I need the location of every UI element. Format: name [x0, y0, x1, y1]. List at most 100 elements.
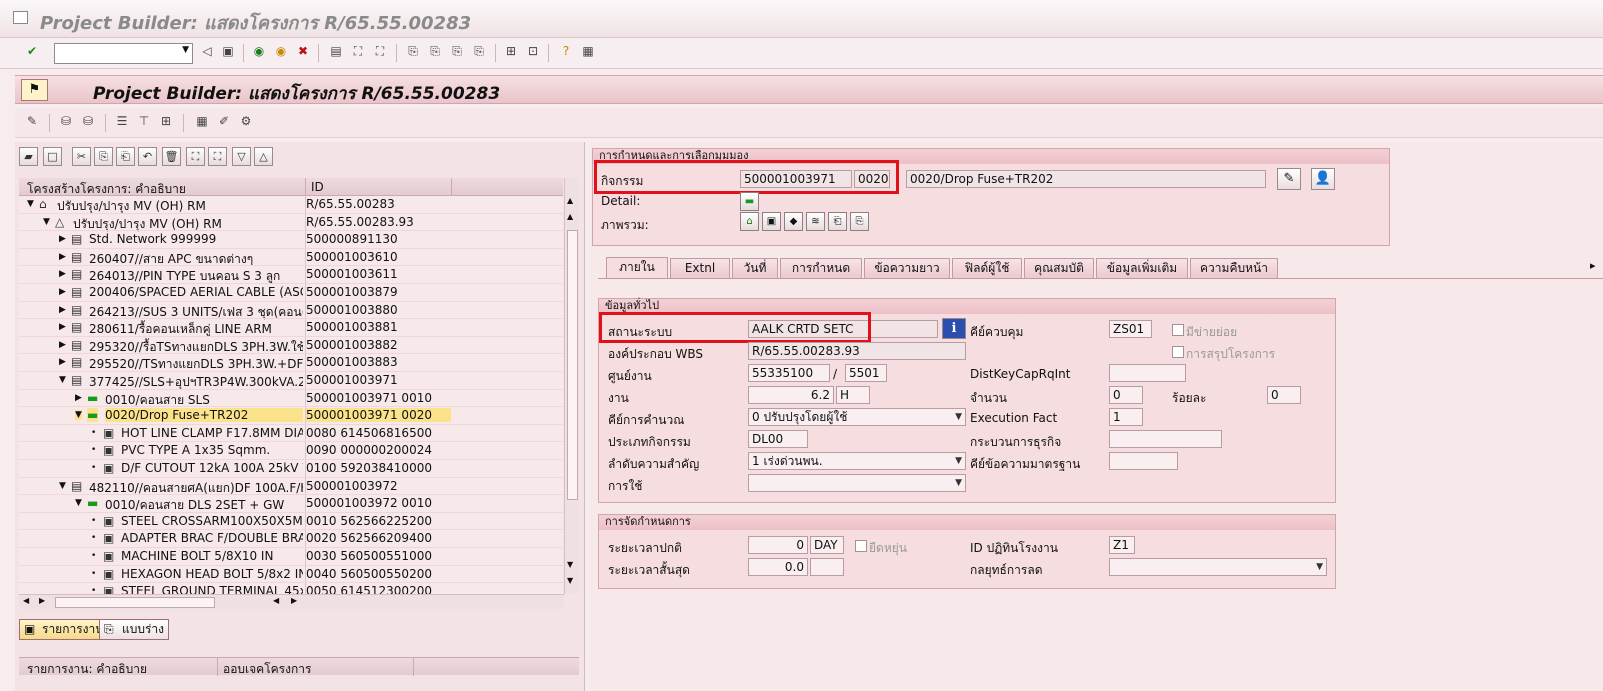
tab-3[interactable]: การกำหนด	[780, 258, 862, 278]
first-page-icon[interactable]: ⎘	[404, 43, 422, 60]
tab-6[interactable]: คุณสมบัติ	[1024, 258, 1094, 278]
collapsed-node-icon[interactable]: ▶	[59, 269, 66, 279]
activity-description-field[interactable]: 0020/Drop Fuse+TR202	[906, 170, 1266, 188]
priority-dropdown[interactable]: 1 เร่งด่วนพน.	[748, 452, 966, 470]
overview-component-icon[interactable]: ▣	[762, 212, 781, 231]
tab-5[interactable]: ฟิลด์ผู้ใช้	[952, 258, 1022, 278]
collapse-icon[interactable]: △	[254, 147, 273, 166]
tree-row[interactable]: ▼ ⌂ ปรับปรุง/ปารุง MV (OH) RM R/65.55.00283	[19, 196, 563, 214]
project-builder-icon[interactable]: ⚑	[21, 79, 48, 101]
work-field[interactable]: 6.2	[748, 386, 834, 404]
expanded-node-icon[interactable]: ▼	[59, 375, 66, 385]
normal-duration-unit-field[interactable]: DAY	[810, 536, 844, 554]
tree-vertical-scrollbar[interactable]: ▲ ▲ ▼ ▼	[564, 178, 579, 594]
collapsed-node-icon[interactable]: ▶	[59, 340, 66, 350]
usage-dropdown[interactable]	[748, 474, 966, 492]
tree-row[interactable]: ▶ ▤ 280611/รื้อคอนเหล็กคู่ LINE ARM 5000010…	[19, 319, 563, 337]
control-key-field[interactable]: ZS01	[1109, 320, 1152, 338]
collapsed-node-icon[interactable]: ▶	[59, 234, 66, 244]
scroll-left-icon[interactable]: ◀	[273, 596, 279, 605]
paste-icon[interactable]: ⎗	[116, 147, 135, 166]
undo-icon[interactable]: ↶	[138, 147, 157, 166]
tree-row[interactable]: • ▣ STEEL GROUND TERMINAL 45x60 0050 614512…	[19, 583, 563, 594]
execution-factor-field[interactable]: 1	[1109, 408, 1143, 426]
expanded-node-icon[interactable]: ▼	[43, 217, 50, 227]
collapsed-node-icon[interactable]: ▶	[59, 322, 66, 332]
network-graphic-icon[interactable]: ⊞	[157, 113, 175, 130]
edit-text-icon[interactable]: ✎	[1277, 168, 1301, 190]
scroll-up-icon[interactable]: ▲	[567, 196, 573, 205]
std-text-key-field[interactable]	[1109, 452, 1178, 470]
tree-row[interactable]: ▶ ▤ 260407//สาย APC ขนาดต่างๆ 500001003610	[19, 249, 563, 267]
tree-row[interactable]: • ▣ PVC TYPE A 1x35 Sqmm. 0090 000000200024	[19, 442, 563, 460]
tab-0[interactable]: ภายใน	[606, 257, 668, 279]
collapsed-node-icon[interactable]: ▶	[59, 357, 66, 367]
settings-icon[interactable]: ⚙	[237, 113, 255, 130]
expanded-node-icon[interactable]: ▼	[75, 498, 82, 508]
find-next-tree-icon[interactable]: ⛶	[208, 147, 227, 166]
enter-icon[interactable]: ✔	[23, 43, 41, 60]
normal-duration-field[interactable]: 0	[748, 536, 808, 554]
collapsed-node-icon[interactable]: ▶	[59, 287, 66, 297]
last-page-icon[interactable]: ⎘	[470, 43, 488, 60]
leaf-bullet-icon[interactable]: •	[91, 586, 96, 594]
tree-row[interactable]: ▶ ▤ 295520//TSทางแยกDLS 3PH.3W.+DF 50000100…	[19, 354, 563, 372]
back-arrow-icon[interactable]: ◁	[198, 43, 216, 60]
flexible-checkbox[interactable]	[855, 540, 867, 552]
prev-page-icon[interactable]: ⎘	[426, 43, 444, 60]
leaf-bullet-icon[interactable]: •	[91, 445, 96, 455]
find-next-icon[interactable]: ⛶	[371, 43, 389, 60]
next-page-icon[interactable]: ⎘	[448, 43, 466, 60]
overview-docs-icon[interactable]: ⎘	[850, 212, 869, 231]
leaf-bullet-icon[interactable]: •	[91, 428, 96, 438]
tree-row[interactable]: ▶ ▬ 0010/คอนสาย SLS 500001003971 0010	[19, 390, 563, 408]
worklist-tab[interactable]: ▣ รายการงาน	[19, 619, 109, 640]
expand-icon[interactable]: ▽	[232, 147, 251, 166]
number-field[interactable]: 0	[1109, 386, 1143, 404]
scroll-down-icon[interactable]: ▼	[567, 560, 573, 569]
tree-row[interactable]: • ▣ HOT LINE CLAMP F17.8MM DIA R 0080 61450…	[19, 425, 563, 443]
tree-row[interactable]: ▶ ▤ 295320//รื้อTSทางแยกDLS 3PH.3W.ใช้TS 50…	[19, 337, 563, 355]
save-icon[interactable]: ▣	[219, 43, 237, 60]
tab-7[interactable]: ข้อมูลเพิ่มเติม	[1096, 258, 1188, 278]
services-icon[interactable]: ⛁	[57, 113, 75, 130]
leaf-bullet-icon[interactable]: •	[91, 516, 96, 526]
cancel-icon[interactable]: ✖	[294, 43, 312, 60]
tree-row[interactable]: ▶ ▤ 264013//PIN TYPE บนคอน S 3 ลูก 50000100…	[19, 266, 563, 284]
tab-2[interactable]: วันที่	[732, 258, 778, 278]
tab-8[interactable]: ความคืบหน้า	[1190, 258, 1278, 278]
tree-row[interactable]: ▼ ▬ 0020/Drop Fuse+TR202 500001003971 0020	[19, 407, 563, 425]
reduction-strategy-dropdown[interactable]	[1109, 558, 1327, 576]
leaf-bullet-icon[interactable]: •	[91, 463, 96, 473]
mass-change-icon[interactable]: ▦	[193, 113, 211, 130]
help-icon[interactable]: ?	[557, 43, 575, 60]
expanded-node-icon[interactable]: ▼	[75, 410, 82, 421]
tree-row[interactable]: • ▣ MACHINE BOLT 5/8X10 IN 0030 56050055100…	[19, 548, 563, 566]
tab-4[interactable]: ข้อความยาว	[864, 258, 950, 278]
overview-activity-icon[interactable]: ⌂	[740, 212, 759, 231]
hierarchy-icon[interactable]: ⊤	[135, 113, 153, 130]
min-duration-field[interactable]: 0.0	[748, 558, 808, 576]
calc-key-dropdown[interactable]: 0 ปรับปรุงโดยผู้ใช้	[748, 408, 966, 426]
structure-icon[interactable]: ☰	[113, 113, 131, 130]
scroll-right-icon[interactable]: ▶	[39, 596, 45, 605]
cut-icon[interactable]: ✂	[72, 147, 91, 166]
collapsed-node-icon[interactable]: ▶	[59, 252, 66, 262]
tree-row[interactable]: ▼ ▬ 0010/คอนสาย DLS 2SET + GW 500001003972 …	[19, 495, 563, 513]
subnetwork-checkbox[interactable]	[1172, 324, 1184, 336]
delete-icon[interactable]: 🗑	[162, 147, 181, 166]
command-field[interactable]: ▼	[54, 43, 193, 64]
wbs-field[interactable]: R/65.55.00283.93	[748, 342, 966, 360]
shortcut-icon[interactable]: ⊡	[524, 43, 542, 60]
tree-row[interactable]: ▶ ▤ 200406/SPACED AERIAL CABLE (ASC) 500001…	[19, 284, 563, 302]
tree-row[interactable]: ▼ ▤ 482110//คอนสายศA(แยก)DF 100A.F/HT 50000…	[19, 478, 563, 496]
tree-row[interactable]: ▼ △ ปรับปรุง/ปารุง MV (OH) RM R/65.55.00283…	[19, 214, 563, 232]
exit-icon[interactable]: ◉	[272, 43, 290, 60]
scroll-left-icon[interactable]: ◀	[23, 596, 29, 605]
info-icon[interactable]: i	[942, 318, 966, 339]
tree-row[interactable]: ▶ ▤ 264213//SUS 3 UNITS/เฟส 3 ชุด(คอนคู่) 5…	[19, 302, 563, 320]
overview-milestone-icon[interactable]: ◆	[784, 212, 803, 231]
project-summary-checkbox[interactable]	[1172, 346, 1184, 358]
tab-scroll-icon[interactable]: ▸	[1590, 259, 1596, 272]
scroll-thumb[interactable]	[55, 597, 215, 608]
